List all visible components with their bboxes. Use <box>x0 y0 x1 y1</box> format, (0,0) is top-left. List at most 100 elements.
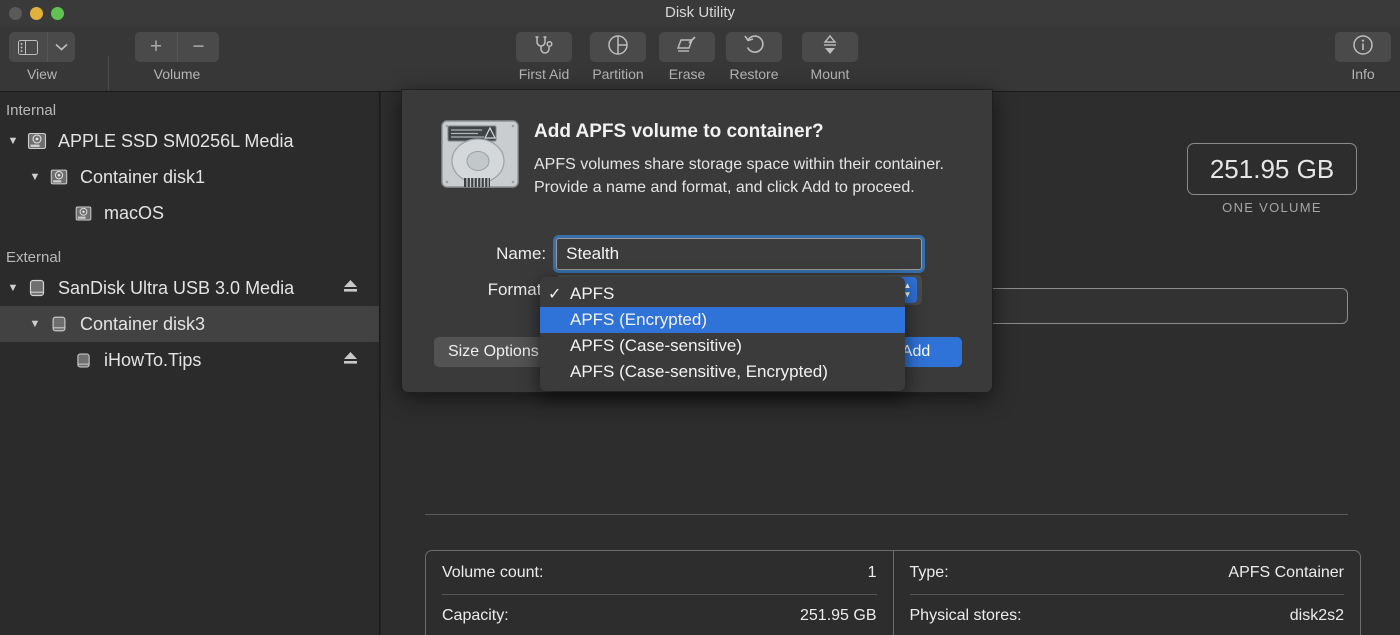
disclosure-triangle-icon[interactable]: ▼ <box>2 135 24 147</box>
stethoscope-icon <box>533 35 555 60</box>
erase-icon <box>676 35 698 60</box>
info-value: 1 <box>867 563 877 581</box>
mount-button[interactable] <box>802 32 858 62</box>
menu-item-label: APFS <box>570 284 615 303</box>
partition-label: Partition <box>592 66 644 82</box>
sidebar-icon[interactable] <box>9 32 47 62</box>
menu-item-apfs[interactable]: ✓ APFS <box>540 281 905 307</box>
info-circle-icon <box>1352 34 1374 61</box>
section-divider <box>425 514 1348 515</box>
sidebar-item-label: Container disk3 <box>80 313 206 334</box>
dialog-title: Add APFS volume to container? <box>534 121 824 142</box>
toolbar-first-aid[interactable]: First Aid <box>516 32 572 82</box>
erase-button[interactable] <box>659 32 715 62</box>
info-label: Type: <box>909 563 949 581</box>
disclosure-spacer: ▼ <box>48 354 70 366</box>
toolbar-erase[interactable]: Erase <box>659 32 715 82</box>
info-value: disk2s2 <box>1289 607 1344 624</box>
checkmark-icon: ✓ <box>548 286 562 303</box>
external-drive-icon <box>46 314 72 334</box>
view-label: View <box>26 66 58 82</box>
sidebar-item-label: iHowTo.Tips <box>104 349 202 370</box>
window-title: Disk Utility <box>665 4 735 21</box>
volume-button-group[interactable]: + − <box>135 32 219 62</box>
sidebar-item-container-disk1[interactable]: ▼ Container disk1 <box>0 159 379 195</box>
checkmark-spacer: ✓ <box>548 310 570 330</box>
name-label: Name: <box>496 244 547 263</box>
capacity-subtitle: ONE VOLUME <box>1222 200 1322 215</box>
sidebar-item-sandisk-ultra[interactable]: ▼ SanDisk Ultra USB 3.0 Media <box>0 270 379 306</box>
sidebar-item-apple-ssd[interactable]: ▼ APPLE SSD SM0256L Media <box>0 123 379 159</box>
view-button[interactable] <box>9 32 75 62</box>
sidebar[interactable]: Internal ▼ APPLE SSD SM0256L Media ▼ Con… <box>0 92 380 635</box>
external-drive-icon <box>70 351 96 370</box>
internal-disk-icon <box>24 130 50 152</box>
restore-button[interactable] <box>726 32 782 62</box>
mount-arrows-icon <box>821 34 839 61</box>
sidebar-item-ihowto-tips[interactable]: ▼ iHowTo.Tips <box>0 342 379 378</box>
sidebar-item-container-disk3[interactable]: ▼ Container disk3 <box>0 306 379 342</box>
add-volume-button[interactable]: + <box>135 32 177 62</box>
first-aid-label: First Aid <box>518 66 570 82</box>
chevron-down-icon[interactable] <box>47 32 75 62</box>
undo-arrow-icon <box>743 34 765 61</box>
internal-disk-icon <box>70 204 96 223</box>
menu-item-apfs-case-sensitive-encrypted[interactable]: ✓ APFS (Case-sensitive, Encrypted) <box>540 359 905 385</box>
disclosure-triangle-icon[interactable]: ▼ <box>2 282 24 294</box>
external-drive-icon <box>24 277 50 299</box>
format-label: Format: <box>487 280 547 299</box>
name-field-row: Name: Stealth <box>402 238 922 270</box>
table-row: Physical stores: disk2s2 <box>909 594 1344 635</box>
toolbar-mount[interactable]: Mount <box>802 32 858 82</box>
disk-info-table: Volume count: 1 Capacity: 251.95 GB Free… <box>425 550 1361 635</box>
checkmark-spacer: ✓ <box>548 336 570 356</box>
table-row: Volume count: 1 <box>442 551 877 594</box>
disclosure-spacer: ▼ <box>48 207 70 219</box>
restore-label: Restore <box>729 66 779 82</box>
eject-icon[interactable] <box>342 350 359 371</box>
toolbar: View + − Volume First Aid Partition Eras… <box>0 26 1400 92</box>
disk-utility-window: Disk Utility View + − Volume First Aid P… <box>0 0 1400 635</box>
info-button[interactable] <box>1335 32 1391 62</box>
mount-label: Mount <box>810 66 850 82</box>
disclosure-triangle-icon[interactable]: ▼ <box>24 171 46 183</box>
toolbar-info[interactable]: Info <box>1335 32 1391 82</box>
format-dropdown-menu[interactable]: ✓ APFS ✓ APFS (Encrypted) ✓ APFS (Case-s… <box>540 277 905 391</box>
sidebar-group-internal: Internal <box>6 102 57 119</box>
toolbar-partition[interactable]: Partition <box>590 32 646 82</box>
dialog-message: APFS volumes share storage space within … <box>534 156 944 197</box>
sidebar-item-macos[interactable]: ▼ macOS <box>0 195 379 231</box>
menu-item-label: APFS (Case-sensitive, Encrypted) <box>570 362 828 381</box>
sidebar-group-external: External <box>6 249 62 266</box>
eject-icon[interactable] <box>342 278 359 299</box>
remove-volume-button[interactable]: − <box>177 32 219 62</box>
disclosure-triangle-icon[interactable]: ▼ <box>24 318 46 330</box>
internal-disk-icon <box>46 167 72 187</box>
info-value: 251.95 GB <box>800 607 877 624</box>
sidebar-item-label: Container disk1 <box>80 166 206 187</box>
name-input[interactable]: Stealth <box>556 238 922 270</box>
volume-label: Volume <box>153 66 201 82</box>
menu-item-label: APFS (Encrypted) <box>570 310 707 329</box>
info-value: APFS Container <box>1228 563 1344 581</box>
window-titlebar: Disk Utility <box>0 0 1400 26</box>
partition-button[interactable] <box>590 32 646 62</box>
sidebar-item-label: SanDisk Ultra USB 3.0 Media <box>58 277 295 298</box>
info-label: Capacity: <box>442 607 509 624</box>
info-label: Info <box>1351 66 1375 82</box>
pie-chart-icon <box>607 34 629 61</box>
sidebar-item-label: APPLE SSD SM0256L Media <box>58 130 294 151</box>
info-label: Physical stores: <box>909 607 1022 624</box>
toolbar-view[interactable]: View <box>9 32 75 82</box>
hard-drive-icon <box>438 117 522 196</box>
menu-item-apfs-case-sensitive[interactable]: ✓ APFS (Case-sensitive) <box>540 333 905 359</box>
info-column-right: Type: APFS Container Physical stores: di… <box>892 551 1361 635</box>
sidebar-item-label: macOS <box>104 202 165 223</box>
table-row: Capacity: 251.95 GB <box>442 594 877 635</box>
info-column-left: Volume count: 1 Capacity: 251.95 GB Free… <box>426 551 893 635</box>
toolbar-restore[interactable]: Restore <box>726 32 782 82</box>
first-aid-button[interactable] <box>516 32 572 62</box>
menu-item-apfs-encrypted[interactable]: ✓ APFS (Encrypted) <box>540 307 905 333</box>
capacity-badge: 251.95 GB <box>1187 143 1357 195</box>
toolbar-volume[interactable]: + − Volume <box>135 32 219 82</box>
